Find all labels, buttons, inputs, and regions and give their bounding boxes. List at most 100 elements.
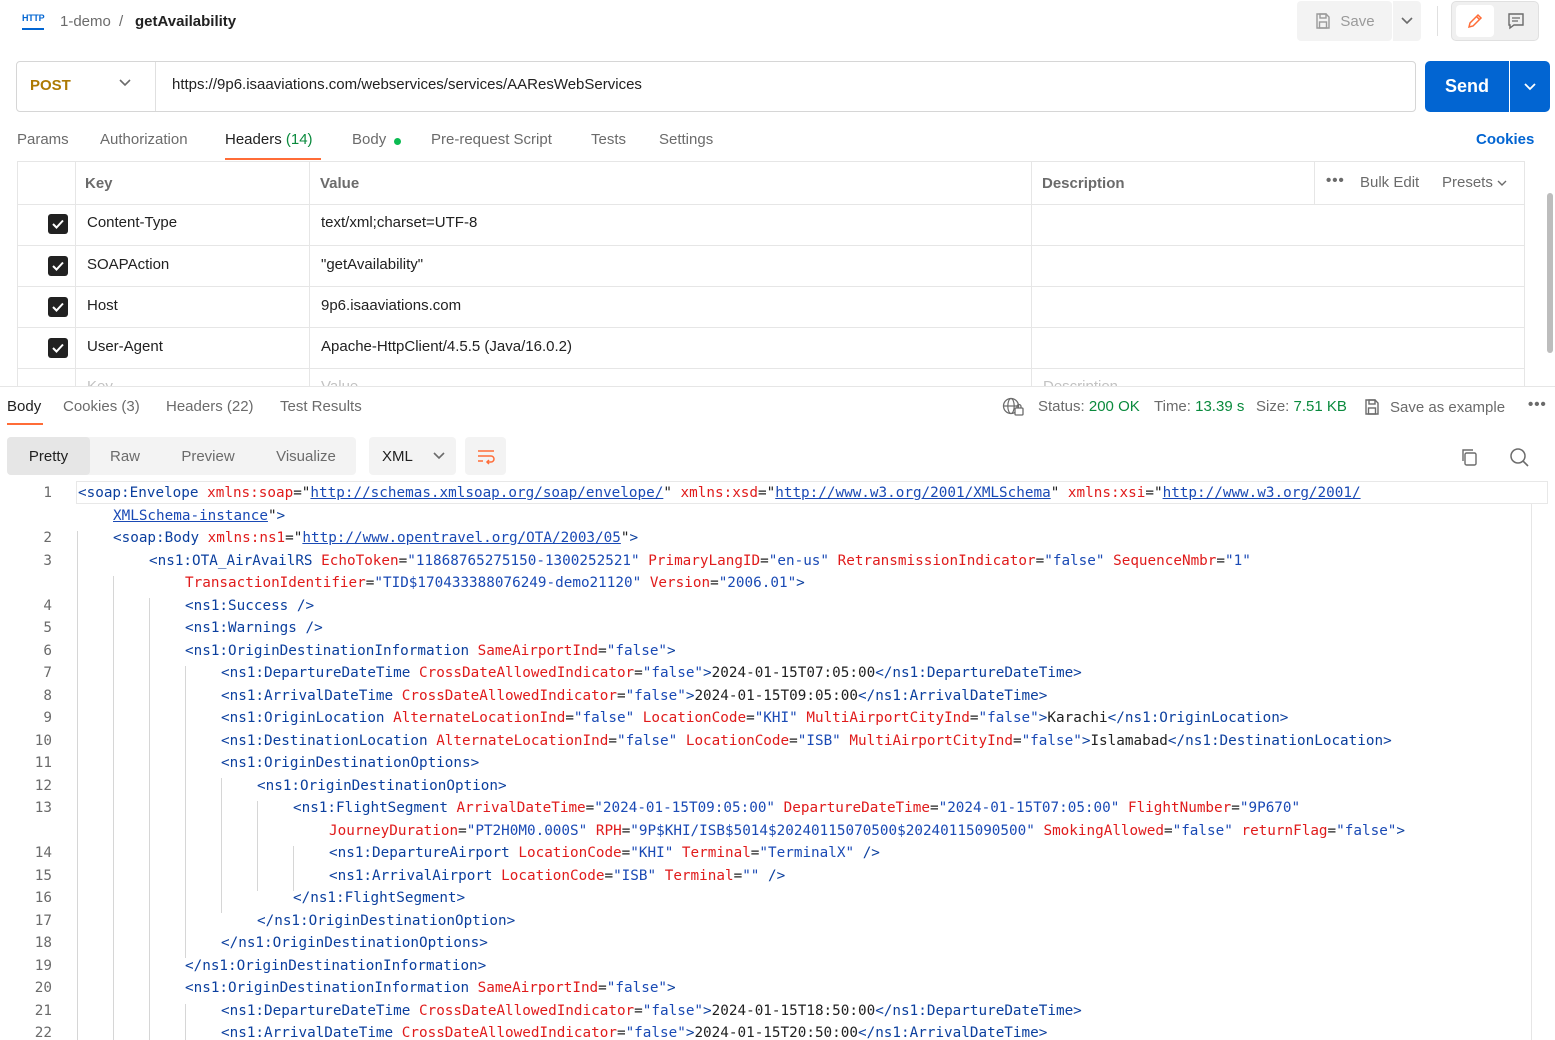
presets-label: Presets — [1442, 174, 1493, 191]
new-description-placeholder[interactable]: Description — [1043, 378, 1118, 386]
response-tab-test-results[interactable]: Test Results — [280, 398, 362, 415]
bulk-edit-button[interactable]: Bulk Edit — [1360, 174, 1419, 191]
more-options-icon[interactable]: ••• — [1326, 172, 1345, 189]
xml-link[interactable]: http://www.w3.org/2001/ — [1163, 485, 1361, 501]
xml-tag: </ns1:ArrivalDateTime> — [857, 1025, 1048, 1040]
new-key-placeholder[interactable]: Key — [87, 378, 113, 386]
cookies-link[interactable]: Cookies — [1476, 131, 1534, 148]
save-button[interactable]: Save — [1297, 1, 1392, 41]
request-title[interactable]: getAvailability — [135, 13, 236, 30]
new-value-placeholder[interactable]: Value — [321, 378, 358, 386]
header-value[interactable]: 9p6.isaaviations.com — [321, 297, 461, 314]
xml-tag: <ns1:ArrivalDateTime — [221, 1025, 394, 1040]
code-line: </ns1:OriginDestinationOptions> — [221, 935, 488, 951]
xml-tag: <ns1:OriginLocation — [221, 710, 385, 726]
send-options-button[interactable] — [1510, 61, 1550, 112]
code-line: </ns1:OriginDestinationInformation> — [185, 958, 487, 974]
tab-params[interactable]: Params — [17, 131, 69, 148]
search-icon[interactable] — [1509, 447, 1530, 468]
format-select[interactable]: XML — [369, 437, 456, 475]
header-value[interactable]: Apache-HttpClient/4.5.5 (Java/16.0.2) — [321, 338, 572, 355]
tab-body[interactable]: Body — [352, 131, 386, 148]
presets-dropdown[interactable]: Presets — [1442, 174, 1507, 191]
code-line: <ns1:OTA_AirAvailRS EchoToken="118687652… — [149, 553, 1251, 569]
xml-tag: <ns1:ArrivalAirport — [329, 868, 493, 884]
tab-authorization[interactable]: Authorization — [100, 131, 188, 148]
response-tab-body[interactable]: Body — [7, 398, 41, 415]
method-select[interactable]: POST — [30, 77, 71, 94]
tab-tests[interactable]: Tests — [591, 131, 626, 148]
scrollbar[interactable] — [1547, 193, 1553, 353]
xml-value: "false" — [625, 688, 686, 704]
line-number: 4 — [43, 598, 52, 614]
wrap-lines-button[interactable] — [465, 437, 506, 475]
copy-icon[interactable] — [1459, 447, 1479, 467]
header-enabled-checkbox[interactable] — [48, 214, 68, 234]
tab-pre-request-script[interactable]: Pre-request Script — [431, 131, 552, 148]
xml-tag: </ns1:DestinationLocation> — [1167, 733, 1392, 749]
breadcrumb-separator: / — [119, 13, 124, 30]
url-divider — [155, 62, 156, 111]
header-enabled-checkbox[interactable] — [48, 297, 68, 317]
line-number: 1 — [43, 485, 52, 501]
response-tab-cookies[interactable]: Cookies (3) — [63, 398, 140, 415]
xml-attr: MultiAirportCityInd — [797, 710, 970, 726]
xml-link[interactable]: XMLSchema-instance — [113, 508, 268, 524]
xml-tag: <soap:Envelope — [78, 485, 199, 501]
view-preview-button[interactable]: Preview — [160, 437, 256, 475]
xml-value: "false" — [1172, 823, 1233, 839]
response-status[interactable]: Status: 200 OK — [1038, 398, 1140, 415]
view-visualize-button[interactable]: Visualize — [256, 437, 356, 475]
xml-value: "false" — [625, 1025, 686, 1040]
header-key[interactable]: User-Agent — [87, 338, 163, 355]
response-tab-headers[interactable]: Headers (22) — [166, 398, 254, 415]
xml-attr: RPH — [587, 823, 622, 839]
save-as-example-button[interactable]: Save as example — [1363, 398, 1505, 416]
header-key[interactable]: Host — [87, 297, 118, 314]
more-options-icon[interactable]: ••• — [1528, 396, 1547, 413]
view-pretty-button[interactable]: Pretty — [7, 437, 90, 475]
xml-attr: xmlns:soap — [198, 485, 294, 501]
save-options-button[interactable] — [1392, 1, 1421, 41]
xml-attr: LocationCode — [677, 733, 790, 749]
response-size[interactable]: Size: 7.51 KB — [1256, 398, 1347, 415]
header-enabled-checkbox[interactable] — [48, 256, 68, 276]
header-key[interactable]: Content-Type — [87, 214, 177, 231]
xml-tag: <ns1:OTA_AirAvailRS — [149, 553, 313, 569]
column-header-value: Value — [320, 175, 360, 192]
xml-attr: CrossDateAllowedIndicator — [393, 688, 617, 704]
xml-link[interactable]: http://schemas.xmlsoap.org/soap/envelope… — [310, 485, 663, 501]
response-code-editor[interactable]: 1 2 3 4 5 6 7 8 9 10 11 12 13 14 15 16 1… — [0, 481, 1548, 1040]
line-number: 11 — [34, 755, 52, 771]
tab-headers[interactable]: Headers (14) — [225, 131, 313, 148]
network-globe-icon[interactable] — [1002, 397, 1024, 417]
header-key[interactable]: SOAPAction — [87, 256, 169, 273]
xml-attr: SameAirportInd — [469, 980, 599, 996]
tab-settings[interactable]: Settings — [659, 131, 713, 148]
view-raw-button[interactable]: Raw — [90, 437, 160, 475]
table-row — [18, 205, 1524, 246]
send-button[interactable]: Send — [1425, 61, 1509, 112]
indent-guide — [149, 598, 150, 1040]
xml-value: "false" — [642, 665, 704, 681]
chevron-down-icon[interactable] — [118, 78, 132, 87]
code-line: <ns1:DepartureDateTime CrossDateAllowedI… — [221, 665, 1082, 681]
breadcrumb-collection[interactable]: 1-demo — [60, 13, 111, 30]
checkmark-icon — [52, 343, 64, 353]
url-input[interactable] — [172, 76, 1392, 93]
pane-divider[interactable] — [0, 386, 1555, 387]
tab-headers-count: (14) — [285, 131, 313, 148]
table-row — [18, 246, 1524, 287]
header-value[interactable]: text/xml;charset=UTF-8 — [321, 214, 477, 231]
xml-value: "PT2H0M0.000S" — [466, 823, 588, 839]
xml-value: "2024-01-15T07:05:00" — [938, 800, 1120, 816]
header-value[interactable]: "getAvailability" — [321, 256, 423, 273]
xml-link[interactable]: http://www.opentravel.org/OTA/2003/05 — [302, 530, 620, 546]
xml-value: "en-us" — [768, 553, 830, 569]
response-time[interactable]: Time: 13.39 s — [1154, 398, 1244, 415]
comments-button[interactable] — [1498, 5, 1534, 37]
header-enabled-checkbox[interactable] — [48, 338, 68, 358]
line-number: 18 — [34, 935, 52, 951]
edit-mode-button[interactable] — [1456, 5, 1494, 37]
xml-link[interactable]: http://www.w3.org/2001/XMLSchema — [775, 485, 1050, 501]
